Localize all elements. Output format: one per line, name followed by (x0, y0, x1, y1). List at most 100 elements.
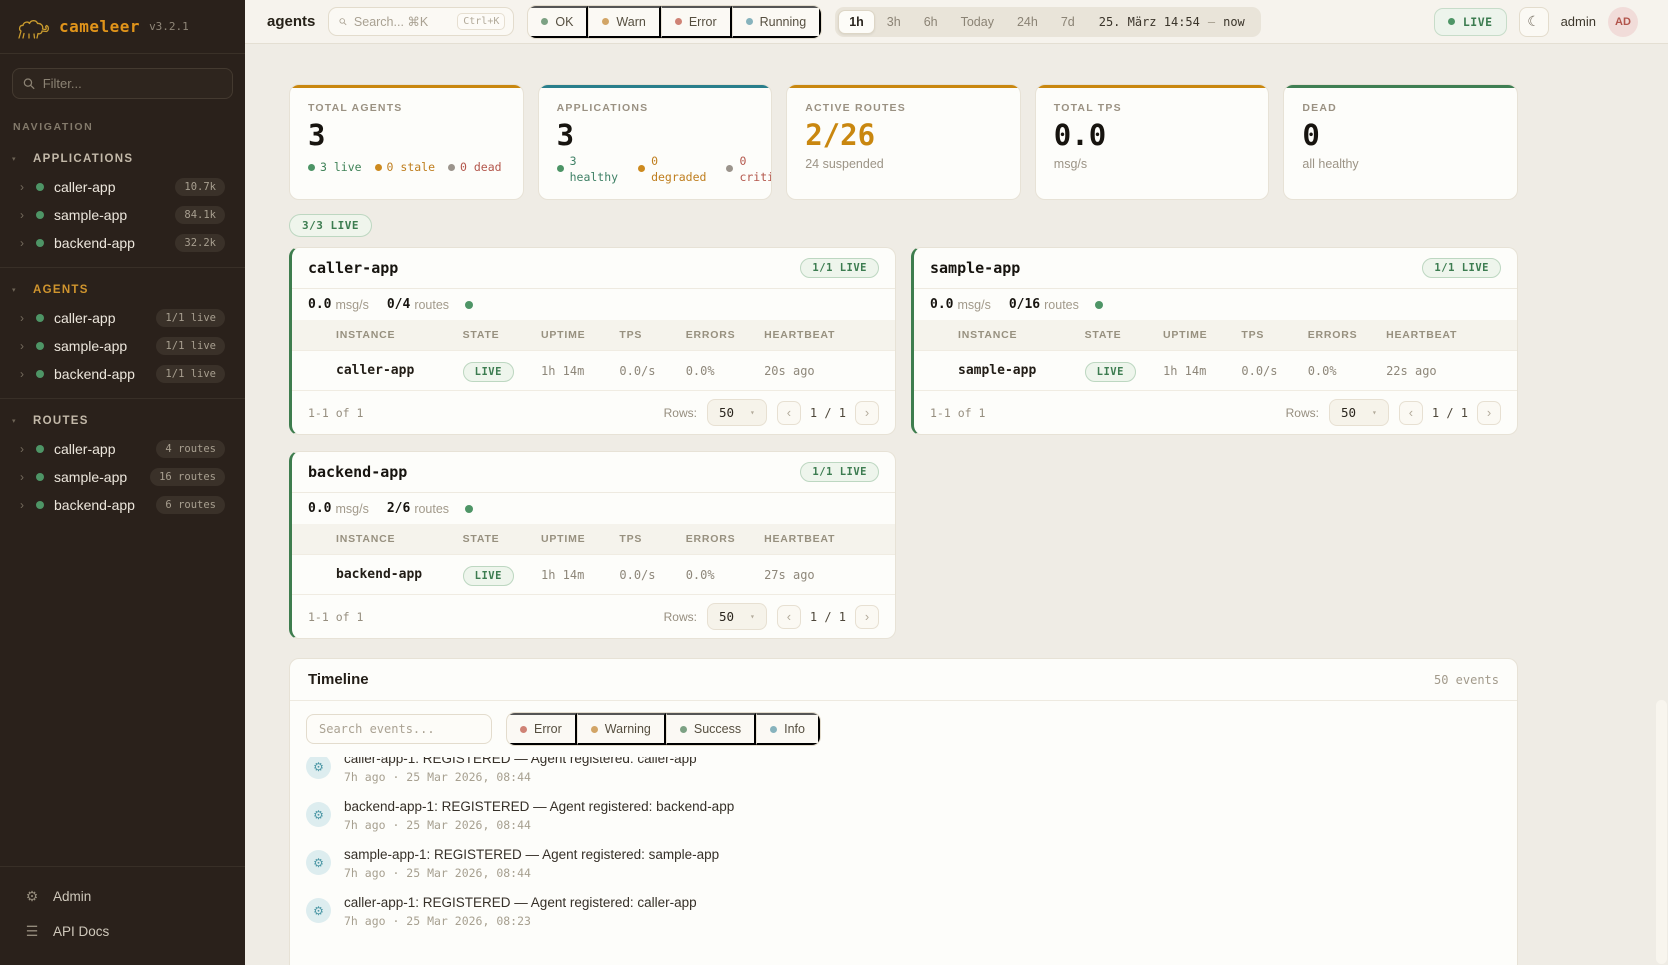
timeline-events-list[interactable]: ⚙ caller-app-1: REGISTERED — Agent regis… (290, 757, 1517, 965)
instances-table: INSTANCESTATE UPTIMETPS ERRORSHEARTBEAT … (292, 320, 895, 390)
count-badge: 10.7k (175, 178, 225, 196)
live-summary-badge: 3/3 LIVE (289, 214, 372, 237)
sidebar-item-backend-app-routes[interactable]: › backend-app 6 routes (0, 491, 245, 519)
time-range-24h[interactable]: 24h (1006, 10, 1049, 34)
sidebar-item-caller-app[interactable]: › caller-app 10.7k (0, 173, 245, 201)
caret-down-icon: ▾ (750, 408, 755, 417)
dead-dot (448, 164, 455, 171)
time-range-today[interactable]: Today (950, 10, 1005, 34)
pager-next-button[interactable]: › (1477, 401, 1501, 425)
sidebar-item-admin[interactable]: ⚙ Admin (0, 879, 245, 914)
moon-icon: ☾ (1527, 13, 1540, 30)
event-gear-icon: ⚙ (306, 850, 331, 875)
pager-prev-button[interactable]: ‹ (777, 401, 801, 425)
sidebar-item-api-docs[interactable]: ☰ API Docs (0, 914, 245, 949)
chevron-right-icon: › (20, 470, 34, 484)
timeline-filter-info-button[interactable]: Info (756, 713, 820, 745)
sidebar-item-sample-app-agents[interactable]: › sample-app 1/1 live (0, 332, 245, 360)
rows-per-page-select[interactable]: 50 ▾ (707, 603, 767, 630)
table-row[interactable]: sample-app LIVE 1h 14m 0.0/s 0.0% 22s ag… (914, 351, 1517, 391)
section-header-applications[interactable]: ▾ APPLICATIONS (0, 145, 245, 173)
critical-dot (726, 165, 733, 172)
panel-live-badge: 1/1 LIVE (800, 258, 879, 278)
live-badge: 1/1 live (156, 337, 225, 355)
sidebar-item-backend-app-agents[interactable]: › backend-app 1/1 live (0, 360, 245, 388)
camel-logo-icon (16, 14, 50, 40)
sidebar-item-caller-app-agents[interactable]: › caller-app 1/1 live (0, 304, 245, 332)
topbar: agents Ctrl+K OK Warn Error (245, 0, 1668, 44)
status-dot (36, 183, 44, 191)
sidebar-item-caller-app-routes[interactable]: › caller-app 4 routes (0, 435, 245, 463)
filter-running-button[interactable]: Running (732, 6, 822, 38)
chevron-down-icon: ▾ (12, 286, 22, 294)
sidebar-item-backend-app[interactable]: › backend-app 32.2k (0, 229, 245, 257)
pager-prev-button[interactable]: ‹ (1399, 401, 1423, 425)
stat-card-applications: APPLICATIONS 3 3healthy 0degraded 0criti… (538, 84, 773, 200)
success-dot (680, 726, 687, 733)
event-gear-icon: ⚙ (306, 802, 331, 827)
pagination-range: 1-1 of 1 (930, 406, 985, 420)
page-indicator: 1 / 1 (810, 406, 846, 420)
chevron-right-icon: › (20, 208, 34, 222)
time-range-1h[interactable]: 1h (838, 10, 875, 34)
event-gear-icon: ⚙ (306, 898, 331, 923)
avatar[interactable]: AD (1608, 7, 1638, 37)
global-search-input[interactable] (354, 15, 450, 29)
pager-prev-button[interactable]: ‹ (777, 605, 801, 629)
pager-next-button[interactable]: › (855, 401, 879, 425)
chevron-right-icon: › (20, 236, 34, 250)
count-badge: 84.1k (175, 206, 225, 224)
app-panel-caller-app: caller-app 1/1 LIVE 0.0msg/s 0/4routes I… (289, 247, 896, 435)
warning-dot (591, 726, 598, 733)
live-badge: 1/1 live (156, 309, 225, 327)
stale-dot (375, 164, 382, 171)
card-accent (1284, 85, 1517, 88)
section-header-routes[interactable]: ▾ ROUTES (0, 407, 245, 435)
routes-badge: 4 routes (156, 440, 225, 458)
status-dot (36, 445, 44, 453)
error-dot (675, 18, 682, 25)
table-row[interactable]: caller-app LIVE 1h 14m 0.0/s 0.0% 20s ag… (292, 351, 895, 391)
timeline-search-input[interactable] (306, 714, 492, 744)
stat-card-total-agents: TOTAL AGENTS 3 3 live 0 stale 0 dead (289, 84, 524, 200)
topbar-right: LIVE ☾ admin AD (1434, 7, 1638, 37)
chevron-right-icon: › (20, 180, 34, 194)
panel-title: sample-app (930, 259, 1020, 277)
time-range-7d[interactable]: 7d (1050, 10, 1086, 34)
chevron-right-icon: › (20, 339, 34, 353)
stat-card-total-tps: TOTAL TPS 0.0 msg/s (1035, 84, 1270, 200)
instances-table: INSTANCESTATE UPTIMETPS ERRORSHEARTBEAT … (914, 320, 1517, 390)
routes-badge: 16 routes (150, 468, 225, 486)
filter-error-button[interactable]: Error (661, 6, 732, 38)
page-indicator: 1 / 1 (1432, 406, 1468, 420)
time-range-3h[interactable]: 3h (876, 10, 912, 34)
sidebar-item-sample-app-routes[interactable]: › sample-app 16 routes (0, 463, 245, 491)
timeline-filter-success-button[interactable]: Success (666, 713, 756, 745)
time-range-6h[interactable]: 6h (913, 10, 949, 34)
timeline-event: ⚙ backend-app-1: REGISTERED — Agent regi… (290, 792, 1517, 840)
pager-next-button[interactable]: › (855, 605, 879, 629)
table-row[interactable]: backend-app LIVE 1h 14m 0.0/s 0.0% 27s a… (292, 555, 895, 595)
timeline-filter-group: Error Warning Success Info (506, 712, 821, 746)
live-badge: 1/1 live (156, 365, 225, 383)
pagination-range: 1-1 of 1 (308, 610, 363, 624)
status-filter-group: OK Warn Error Running (527, 5, 822, 39)
rows-per-page-select[interactable]: 50 ▾ (707, 399, 767, 426)
app-panels-grid: caller-app 1/1 LIVE 0.0msg/s 0/4routes I… (289, 247, 1518, 639)
scrollbar[interactable] (1656, 700, 1667, 964)
live-status-badge[interactable]: LIVE (1434, 8, 1507, 36)
status-dot (36, 473, 44, 481)
sidebar-footer: ⚙ Admin ☰ API Docs (0, 866, 245, 965)
sidebar-item-sample-app[interactable]: › sample-app 84.1k (0, 201, 245, 229)
timeline-filter-error-button[interactable]: Error (507, 713, 577, 745)
state-badge: LIVE (463, 362, 514, 382)
theme-toggle-button[interactable]: ☾ (1519, 7, 1549, 37)
timeline-filter-warning-button[interactable]: Warning (577, 713, 666, 745)
filter-ok-button[interactable]: OK (528, 6, 588, 38)
section-header-agents[interactable]: ▾ AGENTS (0, 276, 245, 304)
rows-per-page-select[interactable]: 50 ▾ (1329, 399, 1389, 426)
filter-warn-button[interactable]: Warn (588, 6, 660, 38)
sidebar-section-agents: ▾ AGENTS › caller-app 1/1 live › sample-… (0, 267, 245, 398)
chevron-right-icon: › (20, 498, 34, 512)
sidebar-filter-input[interactable] (43, 76, 222, 91)
